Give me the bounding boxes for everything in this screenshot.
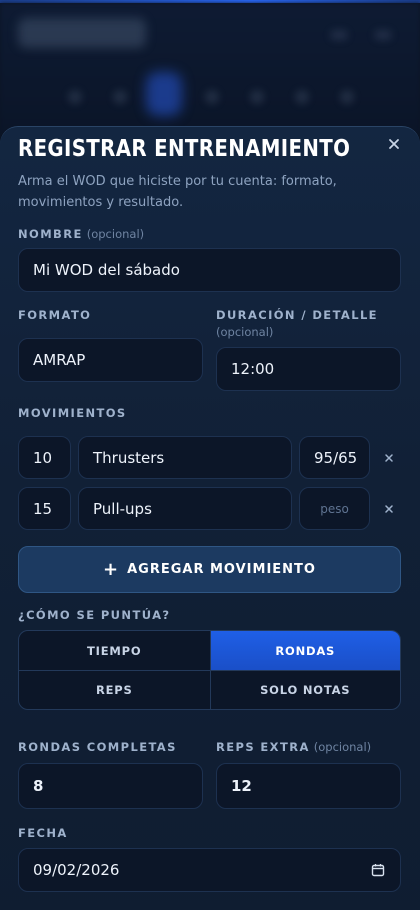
date-value: 09/02/2026: [33, 861, 120, 879]
format-select[interactable]: AMRAP: [18, 338, 203, 382]
duration-label: DURACIÓN / DETALLE: [216, 308, 378, 322]
scoring-segmented-control: TIEMPO RONDAS REPS SOLO NOTAS: [18, 630, 401, 710]
scoring-option-tiempo[interactable]: TIEMPO: [19, 631, 210, 670]
background-day-active: [146, 72, 182, 116]
movement-weight-input[interactable]: 95/65: [299, 436, 370, 479]
background-day: [295, 90, 309, 104]
name-label: NOMBRE (opcional): [18, 227, 144, 241]
background-day: [340, 90, 354, 104]
rounds-label: RONDAS COMPLETAS: [18, 740, 177, 754]
format-label: FORMATO: [18, 308, 92, 322]
scoring-label: ¿CÓMO SE PUNTÚA?: [18, 608, 171, 622]
date-input[interactable]: 09/02/2026: [18, 848, 401, 892]
name-optional-hint: (opcional): [86, 227, 145, 241]
movement-name-input[interactable]: Pull-ups: [78, 487, 292, 530]
movement-weight-input[interactable]: peso: [299, 487, 370, 530]
background-icon: [330, 30, 348, 40]
background-logo: [18, 18, 146, 48]
rounds-input[interactable]: 8: [18, 763, 203, 809]
extra-reps-label-text: REPS EXTRA: [216, 740, 310, 754]
movement-name-input[interactable]: Thrusters: [78, 436, 292, 479]
date-label: FECHA: [18, 826, 68, 840]
remove-movement-icon[interactable]: [383, 452, 395, 464]
duration-input[interactable]: 12:00: [216, 347, 401, 391]
remove-movement-icon[interactable]: [383, 503, 395, 515]
background-day: [68, 90, 82, 104]
name-input[interactable]: Mi WOD del sábado: [18, 248, 401, 292]
movements-label: MOVIMIENTOS: [18, 406, 127, 420]
extra-reps-optional-hint: (opcional): [313, 740, 372, 754]
add-movement-label: AGREGAR MOVIMIENTO: [127, 562, 316, 577]
scoring-option-solo-notas[interactable]: SOLO NOTAS: [209, 670, 400, 709]
movement-reps-input[interactable]: 15: [18, 487, 71, 530]
calendar-icon[interactable]: [371, 863, 385, 877]
movement-reps-input[interactable]: 10: [18, 436, 71, 479]
sheet-title: REGISTRAR ENTRENAMIENTO: [18, 136, 351, 162]
background-day: [250, 90, 264, 104]
extra-reps-input[interactable]: 12: [216, 763, 401, 809]
plus-icon: +: [103, 559, 120, 580]
sheet-subtitle: Arma el WOD que hiciste por tu cuenta: f…: [18, 174, 337, 210]
background-icon: [374, 30, 392, 40]
scoring-option-rondas[interactable]: RONDAS: [209, 631, 400, 670]
background-day: [205, 90, 219, 104]
close-icon[interactable]: [386, 136, 402, 152]
add-movement-button[interactable]: + AGREGAR MOVIMIENTO: [18, 546, 401, 593]
scoring-option-reps[interactable]: REPS: [19, 670, 210, 709]
extra-reps-label: REPS EXTRA (opcional): [216, 740, 371, 754]
name-label-text: NOMBRE: [18, 227, 83, 241]
duration-optional-hint: (opcional): [216, 325, 274, 339]
background-day: [113, 90, 127, 104]
